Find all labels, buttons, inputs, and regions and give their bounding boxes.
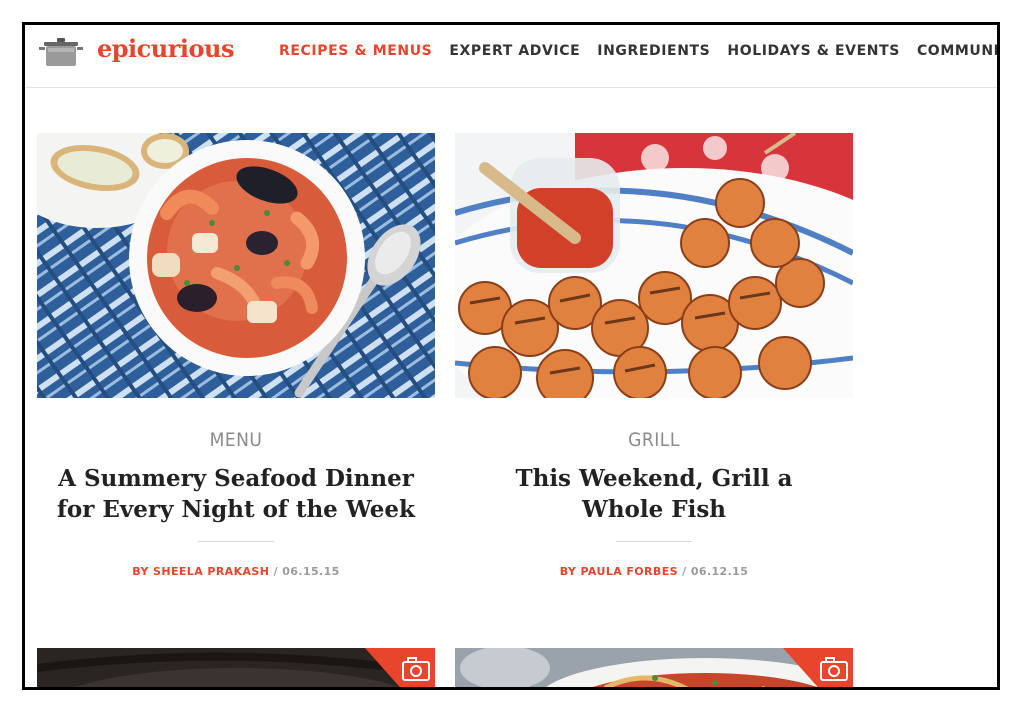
article-author[interactable]: BY SHEELA PRAKASH — [132, 565, 269, 578]
nav-expert-advice[interactable]: EXPERT ADVICE — [449, 43, 580, 59]
article-title[interactable]: This Weekend, Grill a Whole Fish — [475, 463, 833, 525]
article-category[interactable]: GRILL — [455, 429, 853, 451]
article-byline: BY SHEELA PRAKASH / 06.15.15 — [37, 565, 435, 578]
camera-badge[interactable] — [783, 648, 853, 687]
article-date: / 06.15.15 — [269, 565, 340, 578]
site-header: epicurious RECIPES & MENUS EXPERT ADVICE… — [25, 25, 997, 88]
camera-badge[interactable] — [365, 648, 435, 687]
article-card-image[interactable] — [37, 648, 435, 687]
divider — [616, 541, 692, 542]
main-nav: RECIPES & MENUS EXPERT ADVICE INGREDIENT… — [279, 43, 997, 59]
nav-ingredients[interactable]: INGREDIENTS — [597, 43, 710, 59]
nav-recipes-menus[interactable]: RECIPES & MENUS — [279, 43, 432, 59]
nav-community[interactable]: COMMUNITY — [917, 43, 997, 59]
nav-holidays-events[interactable]: HOLIDAYS & EVENTS — [727, 43, 900, 59]
browser-frame: epicurious RECIPES & MENUS EXPERT ADVICE… — [22, 22, 1000, 690]
article-byline: BY PAULA FORBES / 06.12.15 — [455, 565, 853, 578]
site-logo[interactable]: epicurious — [97, 34, 234, 63]
grilled-shrimp-image[interactable] — [455, 133, 853, 398]
pot-logo-icon[interactable] — [38, 37, 84, 67]
divider — [198, 541, 274, 542]
article-author[interactable]: BY PAULA FORBES — [560, 565, 678, 578]
article-card-image[interactable] — [455, 648, 853, 687]
article-title[interactable]: A Summery Seafood Dinner for Every Night… — [57, 463, 415, 525]
article-date: / 06.12.15 — [677, 565, 749, 578]
seafood-stew-image[interactable] — [37, 133, 435, 398]
article-category[interactable]: MENU — [37, 429, 435, 451]
